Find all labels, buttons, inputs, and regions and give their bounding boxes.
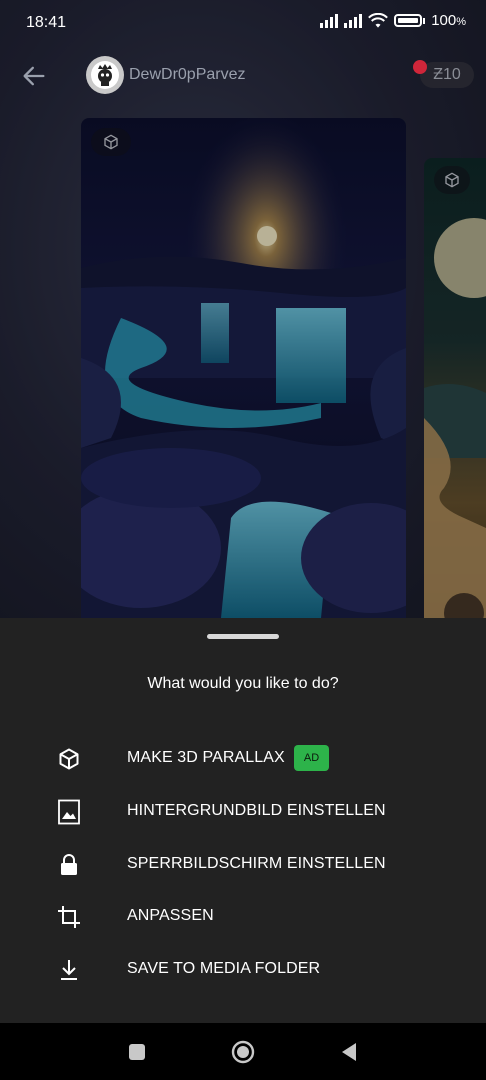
option-set-lockscreen[interactable]: SPERRBILDSCHIRM EINSTELLEN xyxy=(0,838,486,890)
option-set-wallpaper[interactable]: HINTERGRUNDBILD EINSTELLEN xyxy=(0,785,486,837)
circle-icon xyxy=(231,1040,255,1064)
notification-dot xyxy=(413,60,427,74)
action-bottom-sheet: What would you like to do? MAKE 3D PARAL… xyxy=(0,618,486,1023)
option-adjust[interactable]: ANPASSEN xyxy=(0,890,486,942)
back-button[interactable] xyxy=(337,1040,361,1064)
username[interactable]: DewDr0pParvez xyxy=(129,66,245,84)
home-button[interactable] xyxy=(231,1040,255,1064)
lock-icon xyxy=(56,852,82,878)
battery-level: 100% xyxy=(431,12,466,29)
download-icon xyxy=(56,957,82,983)
coin-balance[interactable]: Ƶ10 xyxy=(420,62,474,88)
signal-icon xyxy=(344,13,363,28)
battery-icon xyxy=(394,14,423,27)
status-icons: 100% xyxy=(320,12,466,29)
option-label: ANPASSEN xyxy=(127,907,214,924)
recents-button[interactable] xyxy=(125,1040,149,1064)
avatar[interactable] xyxy=(86,56,124,94)
image-icon xyxy=(56,799,82,825)
option-label: HINTERGRUNDBILD EINSTELLEN xyxy=(127,802,386,819)
back-arrow-icon[interactable] xyxy=(20,62,48,90)
option-save-to-media[interactable]: SAVE TO MEDIA FOLDER xyxy=(0,943,486,995)
signal-icon xyxy=(320,13,339,28)
triangle-back-icon xyxy=(342,1043,356,1061)
sheet-title: What would you like to do? xyxy=(147,675,339,692)
status-bar: 18:41 100% xyxy=(0,0,486,48)
clock: 18:41 xyxy=(26,14,67,31)
system-nav-bar xyxy=(0,1023,486,1080)
skull-king-avatar-icon xyxy=(91,61,119,89)
option-label: MAKE 3D PARALLAX xyxy=(127,749,285,766)
cube-icon xyxy=(56,746,82,772)
crop-icon xyxy=(56,904,82,930)
square-icon xyxy=(129,1044,145,1060)
option-label: SPERRBILDSCHIRM EINSTELLEN xyxy=(127,855,386,872)
ad-badge: AD xyxy=(294,745,329,771)
option-make-3d-parallax[interactable]: MAKE 3D PARALLAX AD xyxy=(0,732,486,784)
top-bar: DewDr0pParvez Ƶ10 xyxy=(0,52,486,102)
wallpaper-preview-area: 18:41 100% DewDr0pParvez Ƶ10 xyxy=(0,0,486,618)
sheet-drag-handle[interactable] xyxy=(207,634,279,639)
option-label: SAVE TO MEDIA FOLDER xyxy=(127,960,321,977)
wifi-icon xyxy=(368,12,389,28)
